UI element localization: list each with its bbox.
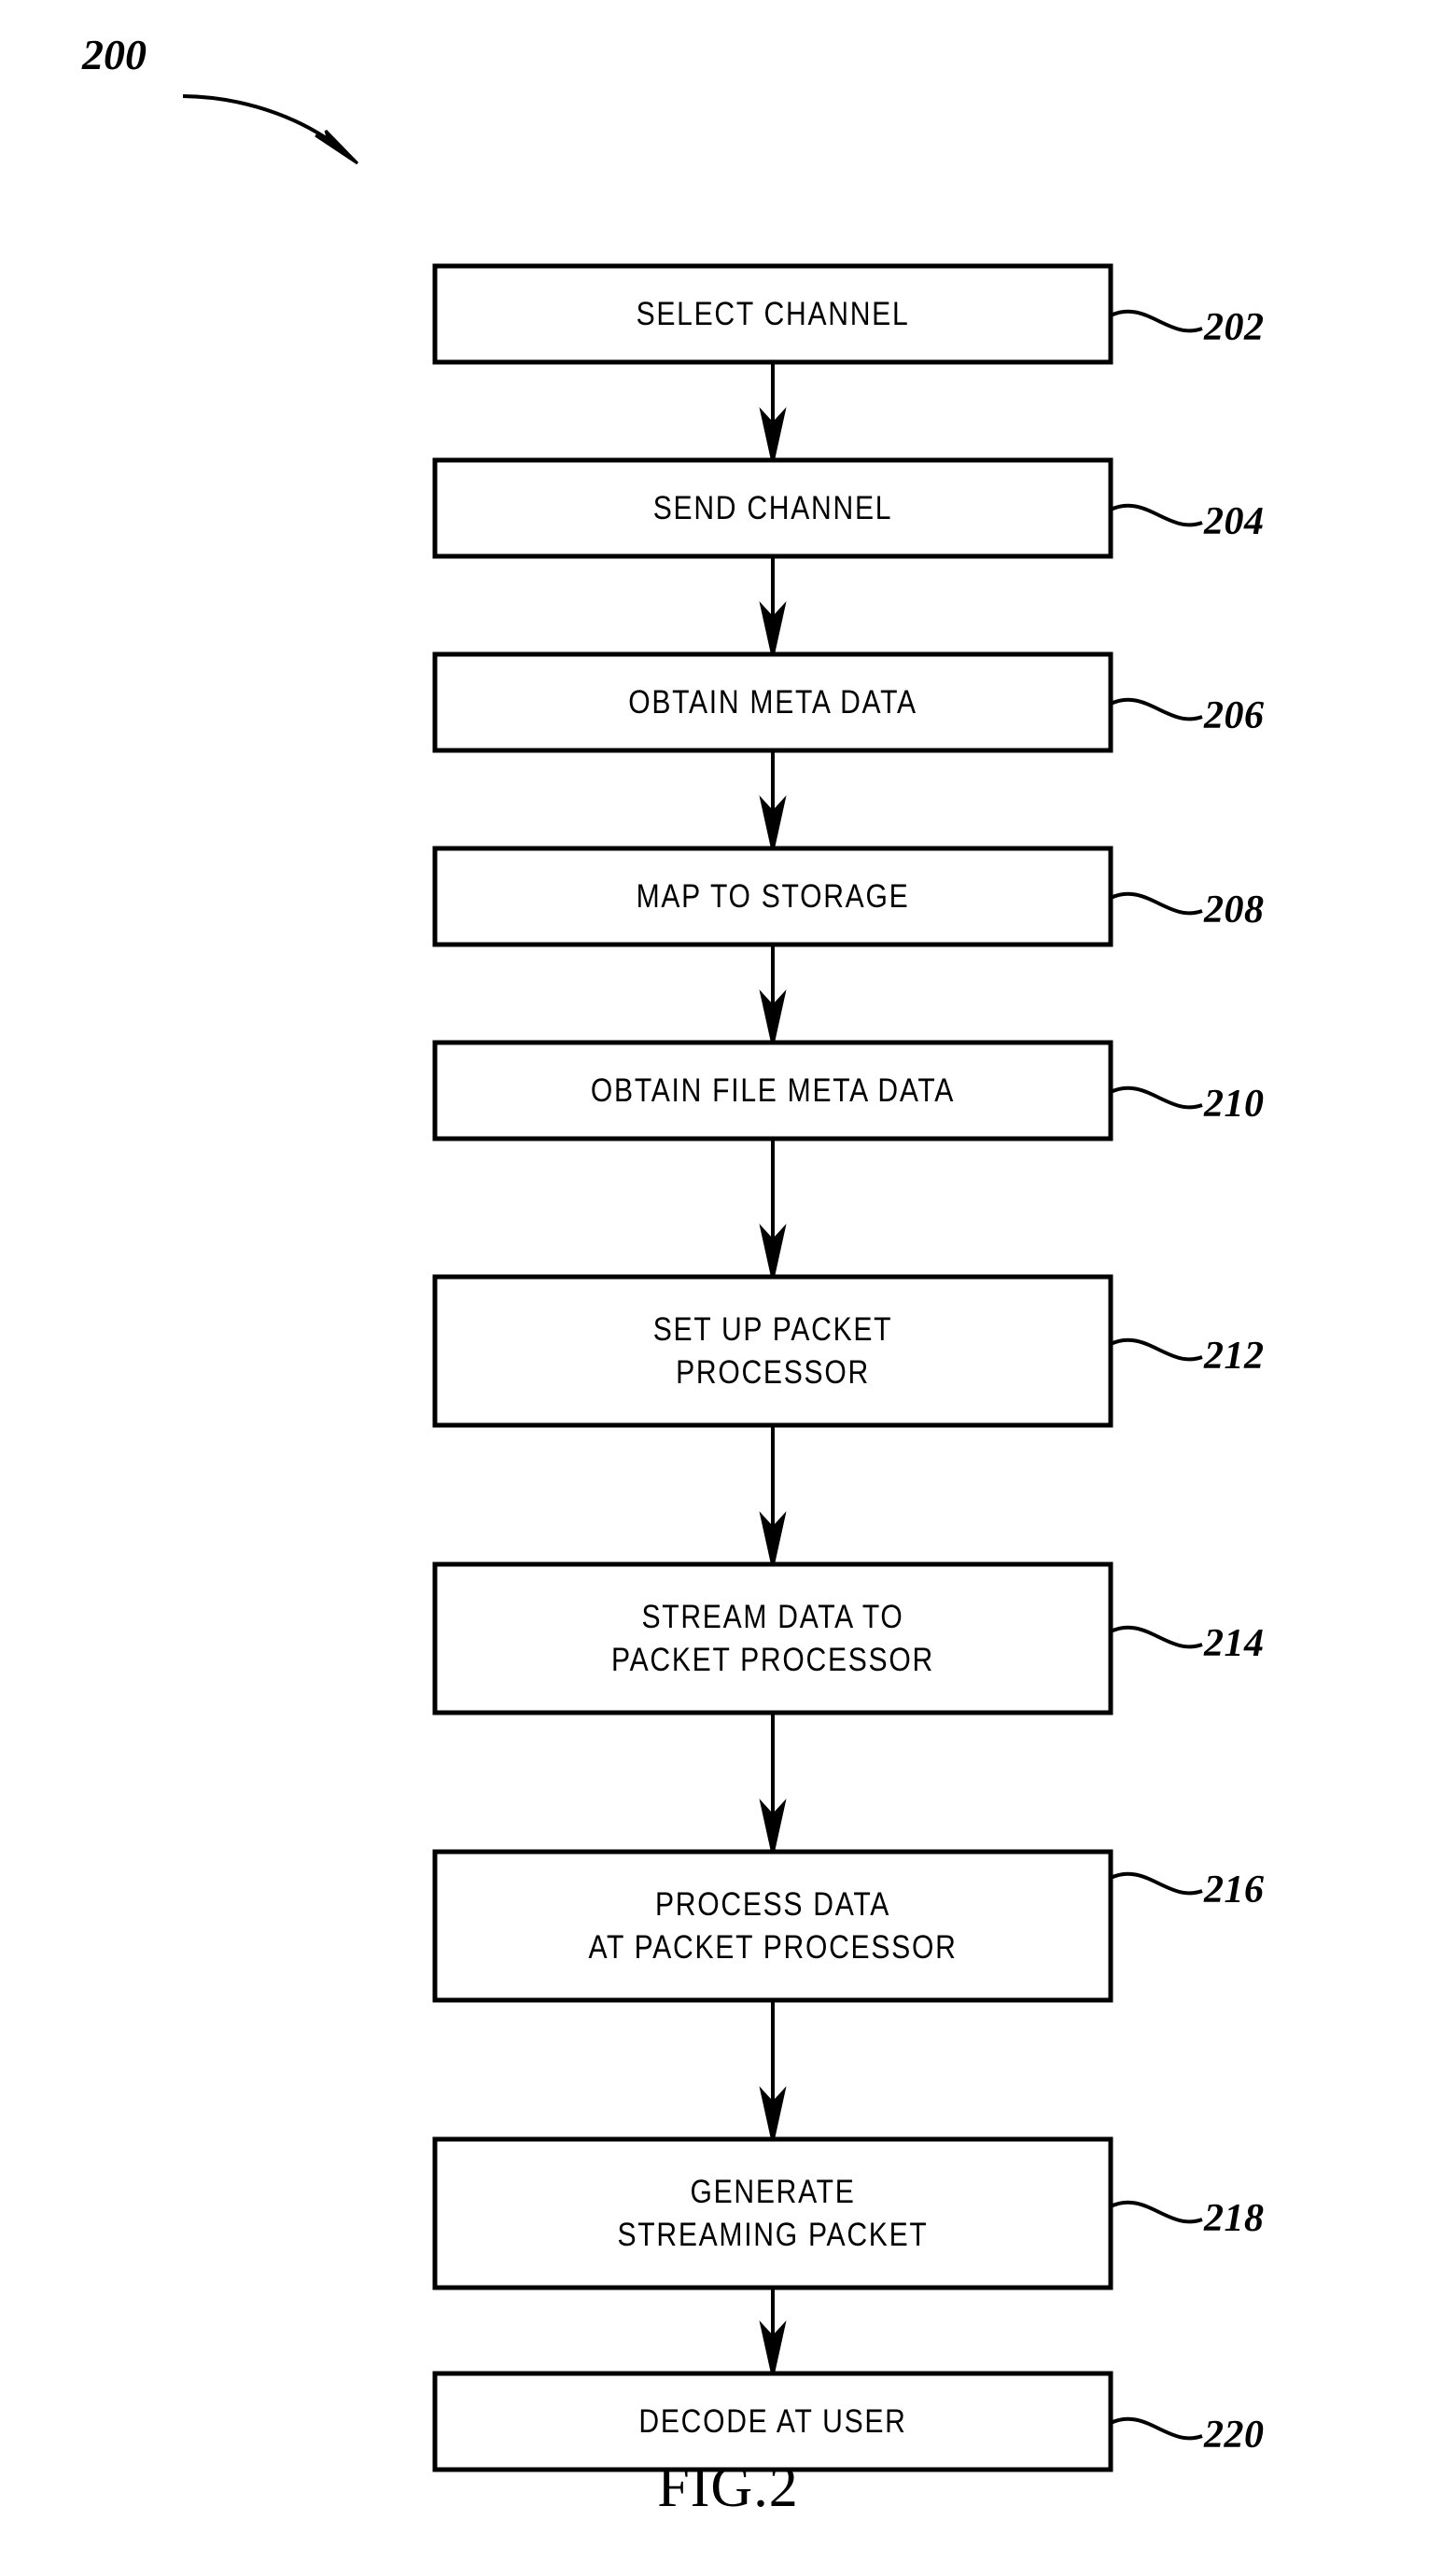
box-line: OBTAIN FILE META DATA (590, 1071, 956, 1109)
box-line: SEND CHANNEL (652, 489, 893, 526)
patent-figure: 200 SELECT CHANNEL SEND CHANNEL OBTAIN M… (0, 0, 1456, 2576)
box-line: SELECT CHANNEL (636, 295, 910, 332)
box-label-obtain-meta-data: OBTAIN META DATA (483, 654, 1064, 750)
connector-arrowhead-204-206 (759, 601, 787, 655)
box-line: STREAM DATA TO (641, 1599, 904, 1635)
reference-number-208: 208 (1204, 889, 1265, 931)
box-line: PACKET PROCESSOR (611, 1641, 934, 1678)
box-line: PROCESS DATA (654, 1886, 891, 1923)
leader-220 (1110, 2416, 1203, 2441)
connector-arrowhead-202-204 (759, 407, 787, 461)
box-label-process-data-at-packet-processor: PROCESS DATA AT PACKET PROCESSOR (483, 1852, 1064, 2000)
connector-arrowhead-210-212 (759, 1224, 787, 1278)
connector-arrowhead-216-218 (759, 2086, 787, 2140)
connector-arrowhead-218-220 (759, 2320, 787, 2374)
connector-arrowhead-208-210 (759, 989, 787, 1043)
reference-number-204: 204 (1204, 500, 1265, 543)
reference-number-210: 210 (1204, 1083, 1265, 1126)
box-label-generate-streaming-packet: GENERATE STREAMING PACKET (483, 2139, 1064, 2288)
leader-206 (1110, 697, 1203, 721)
leader-218 (1110, 2200, 1203, 2224)
diagram-reference-number: 200 (82, 31, 147, 78)
box-label-map-to-storage: MAP TO STORAGE (483, 848, 1064, 945)
reference-number-206: 206 (1204, 694, 1265, 737)
callout-curve (182, 94, 345, 153)
figure-caption: FIG.2 (657, 2456, 799, 2519)
box-line: PROCESSOR (676, 1353, 870, 1391)
leader-216 (1110, 1871, 1203, 1896)
box-label-obtain-file-meta-data: OBTAIN FILE META DATA (483, 1043, 1064, 1139)
leader-214 (1110, 1625, 1203, 1649)
connector-arrowhead-214-216 (759, 1799, 787, 1853)
reference-number-212: 212 (1204, 1335, 1265, 1378)
box-line: STREAMING PACKET (617, 2216, 929, 2253)
leader-204 (1110, 503, 1203, 527)
leader-202 (1110, 309, 1203, 333)
box-label-set-up-packet-processor: SET UP PACKET PROCESSOR (483, 1277, 1064, 1425)
reference-number-202: 202 (1204, 306, 1265, 349)
leader-212 (1110, 1337, 1203, 1362)
figure-callout-arrow (182, 94, 359, 165)
box-line: GENERATE (690, 2174, 856, 2210)
leader-208 (1110, 891, 1203, 916)
reference-number-216: 216 (1204, 1869, 1265, 1911)
box-line: MAP TO STORAGE (636, 877, 910, 915)
box-line: OBTAIN META DATA (628, 683, 917, 721)
reference-number-218: 218 (1204, 2197, 1265, 2240)
reference-leader-lines (1110, 309, 1203, 2441)
box-label-send-channel: SEND CHANNEL (483, 460, 1064, 556)
box-line: AT PACKET PROCESSOR (588, 1928, 958, 1966)
box-label-select-channel: SELECT CHANNEL (483, 266, 1064, 362)
reference-number-220: 220 (1204, 2414, 1265, 2457)
connector-arrowhead-206-208 (759, 795, 787, 849)
box-label-stream-data-to-packet-processor: STREAM DATA TO PACKET PROCESSOR (483, 1564, 1064, 1713)
box-line: DECODE AT USER (638, 2402, 907, 2440)
box-line: SET UP PACKET (652, 1311, 893, 1348)
leader-210 (1110, 1085, 1203, 1110)
callout-arrowhead (315, 129, 359, 165)
reference-number-214: 214 (1204, 1622, 1265, 1665)
connector-arrowhead-212-214 (759, 1511, 787, 1565)
